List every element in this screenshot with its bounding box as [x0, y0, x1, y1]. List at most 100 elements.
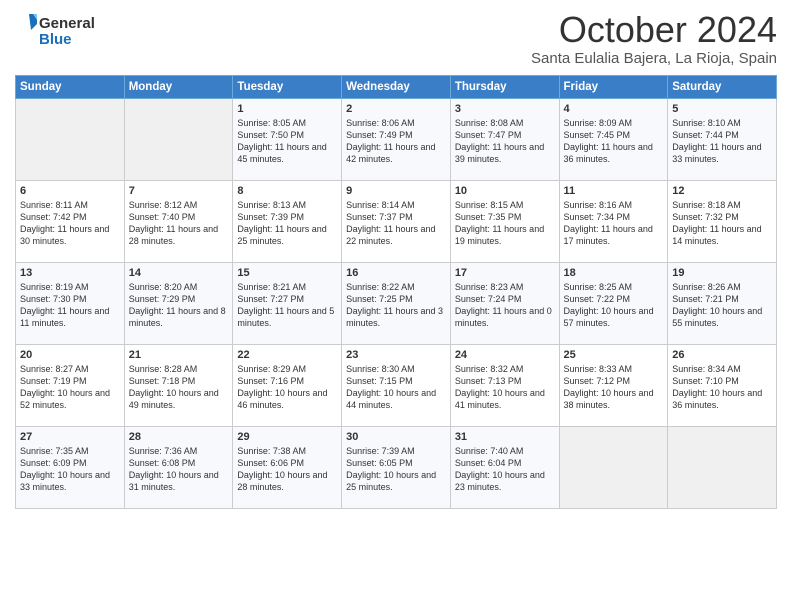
day-content: Sunrise: 8:34 AM Sunset: 7:10 PM Dayligh… — [672, 363, 772, 412]
dow-header-friday: Friday — [559, 75, 668, 98]
dow-header-wednesday: Wednesday — [342, 75, 451, 98]
logo-combined: General Blue — [15, 14, 95, 50]
calendar-cell: 24Sunrise: 8:32 AM Sunset: 7:13 PM Dayli… — [450, 344, 559, 426]
day-content: Sunrise: 8:28 AM Sunset: 7:18 PM Dayligh… — [129, 363, 229, 412]
calendar-cell: 10Sunrise: 8:15 AM Sunset: 7:35 PM Dayli… — [450, 180, 559, 262]
calendar-cell: 23 Sunrise: 8:30 AM Sunset: 7:15 PM Dayli… — [342, 344, 451, 426]
day-number: 31 — [455, 431, 555, 443]
calendar-cell: 28 Sunrise: 7:36 AM Sunset: 6:08 PM Dayli… — [124, 426, 233, 508]
day-number: 19 — [672, 267, 772, 279]
calendar-cell: 11 Sunrise: 8:16 AM Sunset: 7:34 PM Dayli… — [559, 180, 668, 262]
day-content: Sunrise: 8:11 AM Sunset: 7:42 PM Dayligh… — [20, 199, 120, 248]
calendar-cell: 17Sunrise: 8:23 AM Sunset: 7:24 PM Dayli… — [450, 262, 559, 344]
calendar-cell — [668, 426, 777, 508]
day-number: 21 — [129, 349, 229, 361]
main-container: General Blue October 2024 Santa Eulalia … — [0, 0, 792, 519]
calendar-table: SundayMondayTuesdayWednesdayThursdayFrid… — [15, 75, 777, 509]
day-content: Sunrise: 8:26 AM Sunset: 7:21 PM Dayligh… — [672, 281, 772, 330]
day-content: Sunrise: 8:30 AM Sunset: 7:15 PM Dayligh… — [346, 363, 446, 412]
day-number: 7 — [129, 185, 229, 197]
day-number: 20 — [20, 349, 120, 361]
calendar-cell: 31 Sunrise: 7:40 AM Sunset: 6:04 PM Dayli… — [450, 426, 559, 508]
dow-header-tuesday: Tuesday — [233, 75, 342, 98]
day-content: Sunrise: 8:22 AM Sunset: 7:25 PM Dayligh… — [346, 281, 446, 330]
day-content: Sunrise: 8:16 AM Sunset: 7:34 PM Dayligh… — [564, 199, 664, 248]
day-number: 16 — [346, 267, 446, 279]
day-content: Sunrise: 8:14 AM Sunset: 7:37 PM Dayligh… — [346, 199, 446, 248]
day-number: 29 — [237, 431, 337, 443]
day-content: Sunrise: 8:27 AM Sunset: 7:19 PM Dayligh… — [20, 363, 120, 412]
day-number: 1 — [237, 103, 337, 115]
calendar-cell — [559, 426, 668, 508]
dow-header-monday: Monday — [124, 75, 233, 98]
calendar-cell: 9 Sunrise: 8:14 AM Sunset: 7:37 PM Daylig… — [342, 180, 451, 262]
day-content: Sunrise: 7:40 AM Sunset: 6:04 PM Dayligh… — [455, 445, 555, 494]
logo-svg — [15, 14, 37, 50]
day-number: 27 — [20, 431, 120, 443]
day-number: 25 — [564, 349, 664, 361]
calendar-cell: 27 Sunrise: 7:35 AM Sunset: 6:09 PM Dayli… — [16, 426, 125, 508]
day-number: 24 — [455, 349, 555, 361]
day-number: 26 — [672, 349, 772, 361]
day-number: 22 — [237, 349, 337, 361]
day-number: 8 — [237, 185, 337, 197]
logo: General Blue — [15, 14, 95, 50]
day-number: 23 — [346, 349, 446, 361]
day-content: Sunrise: 8:18 AM Sunset: 7:32 PM Dayligh… — [672, 199, 772, 248]
dow-header-thursday: Thursday — [450, 75, 559, 98]
dow-header-saturday: Saturday — [668, 75, 777, 98]
calendar-cell: 7 Sunrise: 8:12 AM Sunset: 7:40 PM Daylig… — [124, 180, 233, 262]
day-content: Sunrise: 8:08 AM Sunset: 7:47 PM Dayligh… — [455, 117, 555, 166]
calendar-cell: 14Sunrise: 8:20 AM Sunset: 7:29 PM Dayli… — [124, 262, 233, 344]
day-number: 28 — [129, 431, 229, 443]
calendar-cell: 19 Sunrise: 8:26 AM Sunset: 7:21 PM Dayli… — [668, 262, 777, 344]
day-content: Sunrise: 7:38 AM Sunset: 6:06 PM Dayligh… — [237, 445, 337, 494]
day-number: 11 — [564, 185, 664, 197]
day-number: 5 — [672, 103, 772, 115]
day-content: Sunrise: 8:15 AM Sunset: 7:35 PM Dayligh… — [455, 199, 555, 248]
calendar-cell: 26 Sunrise: 8:34 AM Sunset: 7:10 PM Dayli… — [668, 344, 777, 426]
day-content: Sunrise: 8:13 AM Sunset: 7:39 PM Dayligh… — [237, 199, 337, 248]
calendar-cell: 21 Sunrise: 8:28 AM Sunset: 7:18 PM Dayli… — [124, 344, 233, 426]
calendar-cell: 25 Sunrise: 8:33 AM Sunset: 7:12 PM Dayli… — [559, 344, 668, 426]
calendar-cell: 18 Sunrise: 8:25 AM Sunset: 7:22 PM Dayli… — [559, 262, 668, 344]
day-content: Sunrise: 8:10 AM Sunset: 7:44 PM Dayligh… — [672, 117, 772, 166]
day-number: 13 — [20, 267, 120, 279]
calendar-cell: 4 Sunrise: 8:09 AM Sunset: 7:45 PM Daylig… — [559, 98, 668, 180]
day-content: Sunrise: 8:21 AM Sunset: 7:27 PM Dayligh… — [237, 281, 337, 330]
day-number: 9 — [346, 185, 446, 197]
logo-line2: Blue — [39, 32, 95, 49]
calendar-cell — [16, 98, 125, 180]
calendar-cell: 2 Sunrise: 8:06 AM Sunset: 7:49 PM Daylig… — [342, 98, 451, 180]
day-number: 18 — [564, 267, 664, 279]
day-content: Sunrise: 8:20 AM Sunset: 7:29 PM Dayligh… — [129, 281, 229, 330]
day-number: 3 — [455, 103, 555, 115]
day-content: Sunrise: 8:25 AM Sunset: 7:22 PM Dayligh… — [564, 281, 664, 330]
calendar-cell: 12Sunrise: 8:18 AM Sunset: 7:32 PM Dayli… — [668, 180, 777, 262]
calendar-cell — [124, 98, 233, 180]
calendar-cell: 5 Sunrise: 8:10 AM Sunset: 7:44 PM Daylig… — [668, 98, 777, 180]
day-content: Sunrise: 8:33 AM Sunset: 7:12 PM Dayligh… — [564, 363, 664, 412]
day-number: 2 — [346, 103, 446, 115]
day-number: 17 — [455, 267, 555, 279]
calendar-cell: 15 Sunrise: 8:21 AM Sunset: 7:27 PM Dayli… — [233, 262, 342, 344]
day-content: Sunrise: 8:19 AM Sunset: 7:30 PM Dayligh… — [20, 281, 120, 330]
day-content: Sunrise: 7:35 AM Sunset: 6:09 PM Dayligh… — [20, 445, 120, 494]
day-content: Sunrise: 8:12 AM Sunset: 7:40 PM Dayligh… — [129, 199, 229, 248]
day-content: Sunrise: 7:36 AM Sunset: 6:08 PM Dayligh… — [129, 445, 229, 494]
month-title: October 2024 — [531, 10, 777, 50]
day-content: Sunrise: 7:39 AM Sunset: 6:05 PM Dayligh… — [346, 445, 446, 494]
dow-header-sunday: Sunday — [16, 75, 125, 98]
day-number: 15 — [237, 267, 337, 279]
calendar-cell: 6Sunrise: 8:11 AM Sunset: 7:42 PM Daylig… — [16, 180, 125, 262]
calendar-cell: 1 Sunrise: 8:05 AM Sunset: 7:50 PM Daylig… — [233, 98, 342, 180]
location-title: Santa Eulalia Bajera, La Rioja, Spain — [531, 50, 777, 67]
day-number: 4 — [564, 103, 664, 115]
calendar-cell: 3 Sunrise: 8:08 AM Sunset: 7:47 PM Daylig… — [450, 98, 559, 180]
day-content: Sunrise: 8:09 AM Sunset: 7:45 PM Dayligh… — [564, 117, 664, 166]
day-content: Sunrise: 8:05 AM Sunset: 7:50 PM Dayligh… — [237, 117, 337, 166]
day-number: 30 — [346, 431, 446, 443]
day-content: Sunrise: 8:06 AM Sunset: 7:49 PM Dayligh… — [346, 117, 446, 166]
calendar-cell: 22Sunrise: 8:29 AM Sunset: 7:16 PM Dayli… — [233, 344, 342, 426]
calendar-cell: 13 Sunrise: 8:19 AM Sunset: 7:30 PM Dayli… — [16, 262, 125, 344]
